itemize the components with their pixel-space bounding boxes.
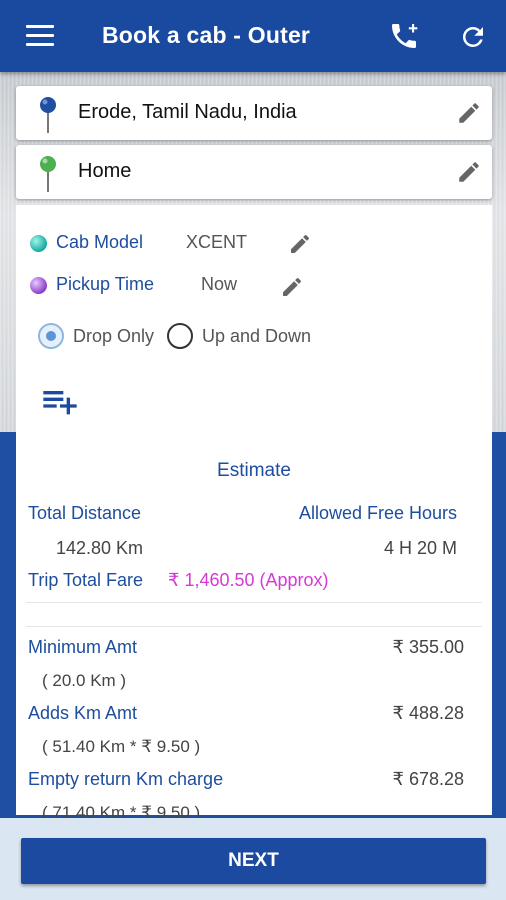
adds-km-amt-label: Adds Km Amt [28,703,138,723]
edit-pickup-time-icon[interactable] [280,275,304,299]
drop-location-text: Home [78,160,132,182]
cab-model-dot-icon [30,235,47,252]
pickup-location-text: Erode, Tamil Nadu, India [78,101,297,123]
minimum-amt-value: ₹ 355.00 [392,637,464,657]
fare-label: Trip Total Fare [28,570,144,590]
free-hours-value: 4 H 20 M [383,538,457,558]
next-button[interactable]: NEXT [21,838,486,884]
adds-km-amt-value: ₹ 488.28 [392,703,464,723]
estimate-title: Estimate [217,460,291,481]
up-and-down-radio[interactable] [167,323,193,349]
add-stop-icon[interactable] [40,381,80,421]
up-and-down-label[interactable]: Up and Down [202,326,311,347]
divider [26,626,482,627]
pickup-location-card[interactable]: Erode, Tamil Nadu, India [16,86,492,140]
green-pin-icon [38,155,58,193]
pickup-time-label: Pickup Time [56,274,155,294]
free-hours-label: Allowed Free Hours [298,503,457,523]
edit-pickup-icon[interactable] [456,100,482,126]
app-bar: Book a cab - Outer [0,0,506,72]
drop-location-card[interactable]: Home [16,145,492,199]
page-title: Book a cab - Outer [102,22,311,48]
total-distance-value: 142.80 Km [56,538,144,558]
fare-value: ₹ 1,460.50 (Approx) [168,570,329,590]
refresh-icon[interactable] [458,22,488,52]
divider [26,602,482,603]
adds-km-amt-detail: ( 51.40 Km * ₹ 9.50 ) [42,737,201,756]
blue-pin-icon [38,96,58,134]
pickup-time-dot-icon [30,277,47,294]
minimum-amt-detail: ( 20.0 Km ) [42,671,127,690]
empty-return-label: Empty return Km charge [28,769,224,789]
drop-only-label[interactable]: Drop Only [73,326,154,347]
edit-cab-model-icon[interactable] [288,232,312,256]
phone-add-icon[interactable] [388,20,420,52]
pickup-time-value: Now [201,274,238,294]
cab-model-value: XCENT [186,232,248,252]
total-distance-label: Total Distance [28,503,142,523]
edit-drop-icon[interactable] [456,159,482,185]
cab-model-label: Cab Model [56,232,144,252]
minimum-amt-label: Minimum Amt [28,637,138,657]
menu-icon[interactable] [26,25,54,47]
drop-only-radio[interactable] [38,323,64,349]
empty-return-value: ₹ 678.28 [392,769,464,789]
booking-panel: Cab Model XCENT Pickup Time Now Drop Onl… [16,205,492,822]
